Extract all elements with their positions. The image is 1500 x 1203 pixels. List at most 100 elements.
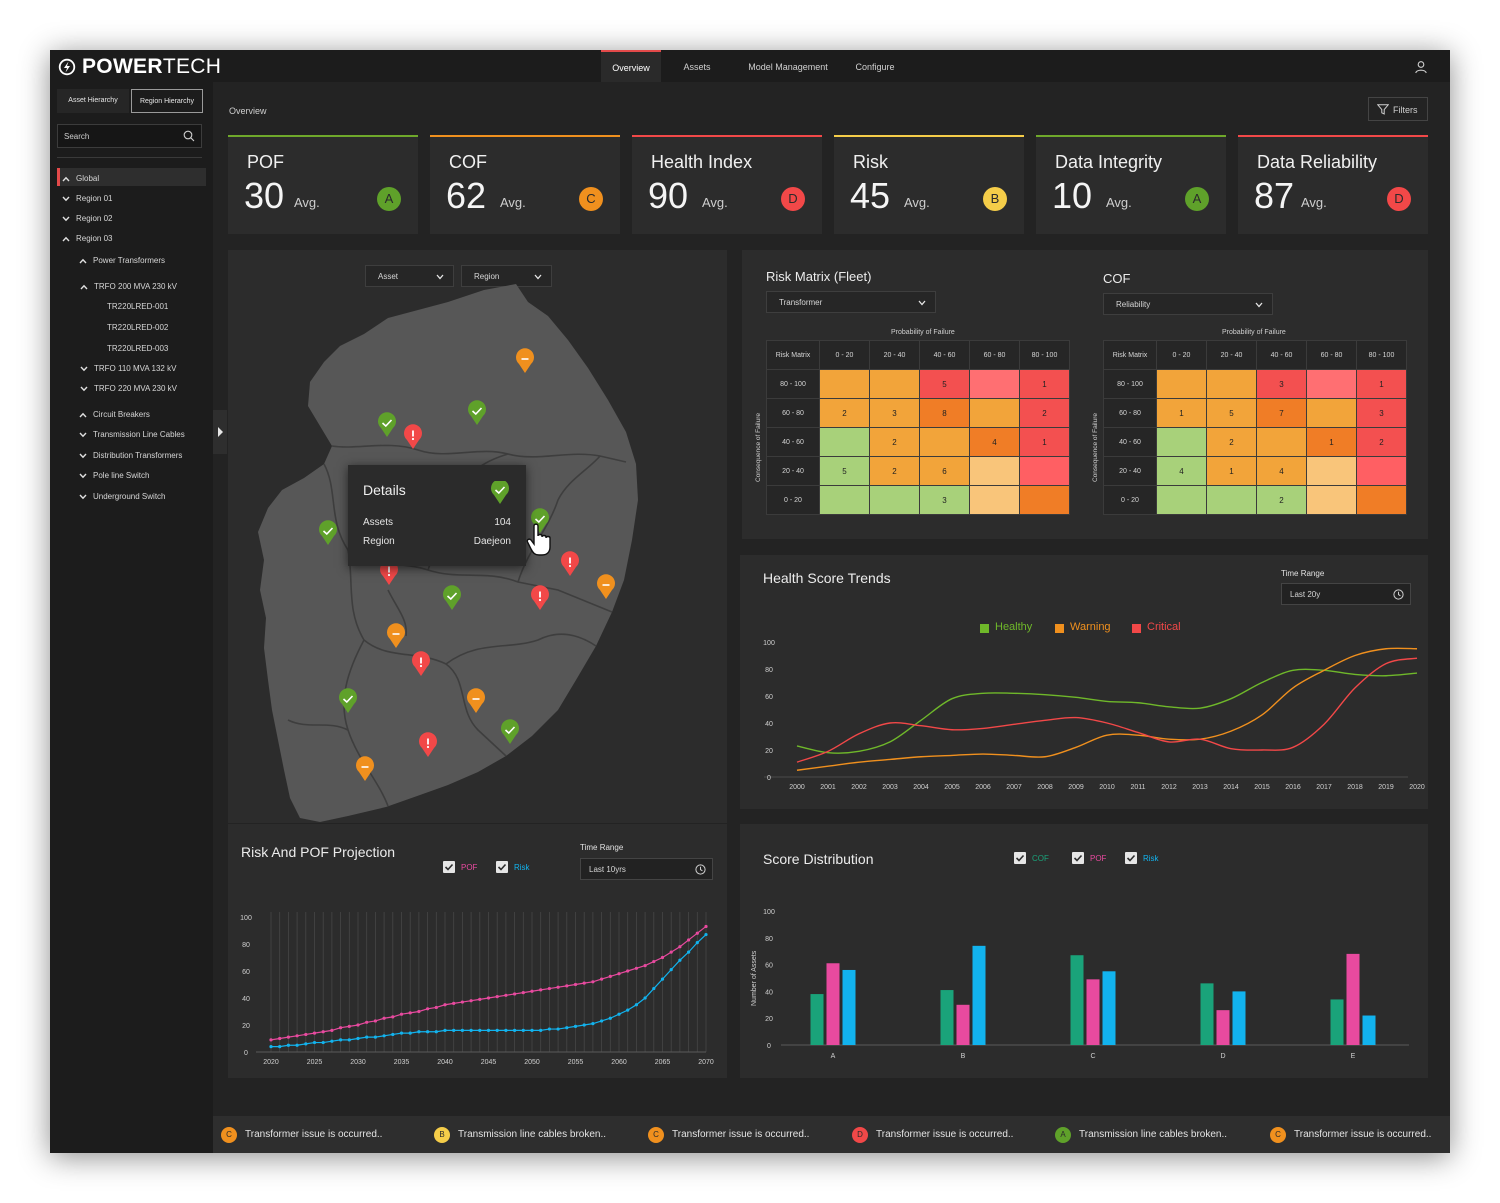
data-point-risk[interactable]: [582, 1023, 586, 1027]
matrix-cell[interactable]: [1156, 369, 1207, 399]
data-point-pof[interactable]: [626, 969, 630, 973]
matrix-cell[interactable]: 2: [1356, 427, 1407, 457]
data-point-risk[interactable]: [382, 1034, 386, 1038]
data-point-risk[interactable]: [286, 1043, 290, 1047]
chevron-down-icon[interactable]: [79, 494, 87, 500]
data-point-risk[interactable]: [617, 1012, 621, 1016]
data-point-pof[interactable]: [356, 1023, 360, 1027]
kpi-card[interactable]: Risk 45 Avg. B: [834, 135, 1024, 234]
bar-pof[interactable]: [1346, 953, 1360, 1045]
cof-matrix-select[interactable]: Reliability: [1103, 293, 1273, 315]
data-point-risk[interactable]: [469, 1028, 473, 1032]
bar-pof[interactable]: [1216, 1010, 1230, 1045]
matrix-cell[interactable]: 3: [919, 485, 970, 515]
data-point-risk[interactable]: [304, 1042, 308, 1046]
bar-cof[interactable]: [1330, 999, 1344, 1045]
sidebar-collapse-toggle[interactable]: [213, 410, 227, 454]
matrix-cell[interactable]: 5: [919, 369, 970, 399]
data-point-pof[interactable]: [652, 959, 656, 964]
data-point-risk[interactable]: [295, 1043, 299, 1047]
data-point-pof[interactable]: [704, 924, 708, 929]
chevron-up-icon[interactable]: [62, 176, 70, 182]
chevron-down-icon[interactable]: [79, 473, 87, 479]
matrix-cell[interactable]: [1306, 456, 1357, 486]
data-point-pof[interactable]: [391, 1015, 395, 1019]
data-point-pof[interactable]: [312, 1031, 317, 1035]
matrix-cell[interactable]: [1019, 485, 1070, 515]
matrix-cell[interactable]: 1: [1206, 456, 1257, 486]
data-point-risk[interactable]: [626, 1008, 630, 1012]
data-point-risk[interactable]: [556, 1027, 560, 1031]
data-point-pof[interactable]: [547, 986, 551, 991]
matrix-cell[interactable]: [919, 427, 970, 457]
data-point-risk[interactable]: [704, 932, 708, 937]
kpi-card[interactable]: Health Index 90 Avg. D: [632, 135, 822, 234]
matrix-cell[interactable]: 6: [919, 456, 970, 486]
data-point-risk[interactable]: [399, 1031, 404, 1035]
bar-cof[interactable]: [1200, 983, 1214, 1045]
data-point-pof[interactable]: [687, 938, 691, 942]
matrix-cell[interactable]: 7: [1256, 398, 1307, 428]
tab-overview[interactable]: Overview: [601, 50, 661, 82]
tree-item[interactable]: TRFO 200 MVA 230 kV: [80, 278, 206, 296]
data-point-risk[interactable]: [278, 1045, 282, 1049]
chevron-up-icon[interactable]: [80, 284, 88, 290]
tree-item[interactable]: Region 02: [62, 210, 206, 228]
tree-item[interactable]: TR220LRED-002: [107, 319, 206, 337]
data-point-risk[interactable]: [486, 1028, 491, 1032]
data-point-pof[interactable]: [495, 995, 499, 999]
matrix-cell[interactable]: 4: [1156, 456, 1207, 486]
matrix-cell[interactable]: 5: [819, 456, 870, 486]
data-point-risk[interactable]: [391, 1032, 395, 1037]
bar-risk[interactable]: [842, 969, 856, 1045]
data-point-risk[interactable]: [312, 1040, 317, 1045]
matrix-cell[interactable]: [1156, 485, 1207, 515]
matrix-cell[interactable]: 4: [1256, 456, 1307, 486]
data-point-pof[interactable]: [269, 1038, 273, 1042]
data-point-pof[interactable]: [373, 1019, 377, 1023]
data-point-risk[interactable]: [365, 1035, 369, 1039]
data-point-pof[interactable]: [278, 1036, 282, 1041]
data-point-pof[interactable]: [504, 993, 508, 997]
data-point-pof[interactable]: [434, 1005, 438, 1010]
data-point-risk[interactable]: [573, 1024, 578, 1028]
data-point-risk[interactable]: [600, 1019, 604, 1023]
matrix-cell[interactable]: 1: [1019, 369, 1070, 399]
data-point-risk[interactable]: [321, 1040, 325, 1045]
data-point-pof[interactable]: [669, 950, 673, 954]
data-point-pof[interactable]: [417, 1009, 421, 1014]
data-point-pof[interactable]: [582, 981, 586, 985]
data-point-risk[interactable]: [347, 1038, 351, 1042]
data-point-pof[interactable]: [460, 1000, 464, 1004]
matrix-cell[interactable]: 2: [869, 456, 920, 486]
bar-risk[interactable]: [1362, 1015, 1376, 1045]
data-point-pof[interactable]: [600, 977, 604, 981]
matrix-cell[interactable]: [869, 485, 920, 515]
data-point-pof[interactable]: [617, 972, 621, 976]
chevron-down-icon[interactable]: [80, 366, 88, 372]
matrix-cell[interactable]: [969, 456, 1020, 486]
data-point-pof[interactable]: [530, 989, 534, 993]
data-point-risk[interactable]: [591, 1022, 595, 1026]
data-point-risk[interactable]: [695, 941, 699, 945]
matrix-cell[interactable]: [869, 369, 920, 399]
matrix-cell[interactable]: [1356, 456, 1407, 486]
chevron-up-icon[interactable]: [79, 258, 87, 264]
data-point-pof[interactable]: [608, 974, 612, 978]
data-point-pof[interactable]: [321, 1030, 325, 1034]
filters-button[interactable]: Filters: [1368, 97, 1428, 121]
tree-item[interactable]: Region 03: [62, 230, 206, 248]
tree-item[interactable]: Underground Switch: [79, 488, 206, 506]
matrix-cell[interactable]: [1206, 485, 1257, 515]
chevron-up-icon[interactable]: [62, 236, 70, 242]
data-point-risk[interactable]: [478, 1028, 482, 1032]
chevron-down-icon[interactable]: [62, 216, 70, 222]
tab-assets[interactable]: Assets: [674, 50, 720, 82]
data-point-risk[interactable]: [539, 1028, 543, 1032]
matrix-cell[interactable]: [1306, 369, 1357, 399]
tree-item[interactable]: Region 01: [62, 190, 206, 208]
data-point-pof[interactable]: [382, 1016, 386, 1020]
chevron-up-icon[interactable]: [79, 412, 87, 418]
tree-item[interactable]: TRFO 220 MVA 230 kV: [80, 380, 206, 398]
search-icon[interactable]: [183, 130, 195, 142]
